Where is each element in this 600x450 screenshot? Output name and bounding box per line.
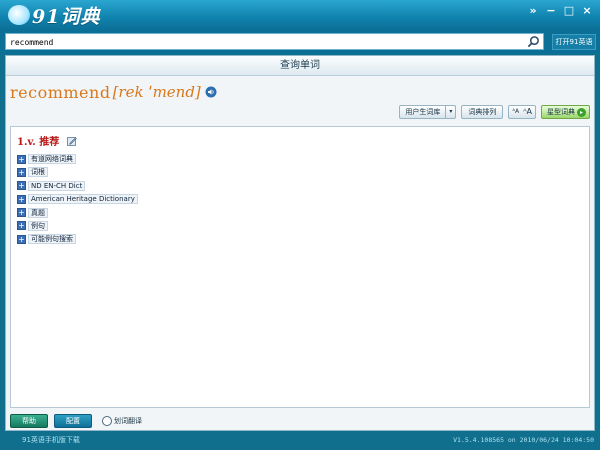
section-label[interactable]: 可能例句搜索 xyxy=(28,234,76,245)
meaning-row: 1.v. 推荐 xyxy=(17,133,78,148)
expand-icon[interactable]: + xyxy=(17,154,26,164)
font-size-buttons: ᴬA ᴬA xyxy=(508,105,536,119)
config-button[interactable]: 配置 xyxy=(54,414,92,428)
star-dictionary-button[interactable]: 星型词典 ▸ xyxy=(541,105,590,119)
main-panel: 查询单词 recommend [rek ˈmend] 用户生词库 ▾ 词典排列 … xyxy=(5,55,595,431)
footer-controls: 帮助 配置 划词翻译 xyxy=(10,414,142,428)
meaning-text: 1.v. 推荐 xyxy=(17,137,60,148)
user-vocabulary-label: 用户生词库 xyxy=(405,108,441,116)
dictionary-toolbar: 用户生词库 ▾ 词典排列 ᴬA ᴬA 星型词典 ▸ xyxy=(399,105,590,119)
app-logo: 91词典 xyxy=(8,3,101,28)
version-text: V1.5.4.108565 on 2010/06/24 10:04:50 xyxy=(453,436,594,444)
section-label[interactable]: 词根 xyxy=(28,167,48,178)
section-label[interactable]: American Heritage Dictionary xyxy=(28,194,138,205)
maximize-icon[interactable]: □ xyxy=(562,4,576,18)
section-label[interactable]: 有道网络词典 xyxy=(28,154,76,164)
section-label[interactable]: 真题 xyxy=(28,207,48,218)
search-box xyxy=(5,33,544,50)
checkbox-icon[interactable] xyxy=(102,416,112,426)
skin-menu-icon[interactable]: » xyxy=(526,4,540,18)
expand-icon[interactable]: + xyxy=(17,181,26,191)
word-translate-label: 划词翻译 xyxy=(114,417,142,425)
window-controls: » − □ × xyxy=(526,4,594,18)
panel-header: 查询单词 xyxy=(6,56,594,76)
section-roots[interactable]: + 词根 xyxy=(17,167,138,178)
headword: recommend xyxy=(10,82,111,102)
section-label[interactable]: ND EN-CH Dict xyxy=(28,180,86,191)
dict-order-button[interactable]: 词典排列 xyxy=(461,105,504,119)
section-example-search[interactable]: + 可能例句搜索 xyxy=(17,234,138,245)
definition-area: 1.v. 推荐 + 有道网络词典 + 词根 + ND EN-CH Dict + … xyxy=(10,126,590,408)
title-bar: 91词典 » − □ × xyxy=(0,0,600,30)
star-dictionary-label: 星型词典 xyxy=(547,108,575,116)
mobile-download-link[interactable]: 91英语手机版下载 xyxy=(22,435,80,445)
close-icon[interactable]: × xyxy=(580,4,594,18)
user-vocabulary-dropdown[interactable]: 用户生词库 ▾ xyxy=(399,105,457,119)
font-decrease-button[interactable]: ᴬA xyxy=(512,106,519,118)
dictionary-sections: + 有道网络词典 + 词根 + ND EN-CH Dict + American… xyxy=(17,154,138,248)
logo-bubble-icon xyxy=(8,5,30,25)
headword-row: recommend [rek ˈmend] xyxy=(10,81,217,103)
go-arrow-icon: ▸ xyxy=(577,107,586,117)
section-nd-en-ch[interactable]: + ND EN-CH Dict xyxy=(17,180,138,191)
expand-icon[interactable]: + xyxy=(17,234,26,244)
open-91english-button[interactable]: 打开91英语 xyxy=(552,34,596,50)
font-increase-button[interactable]: ᴬA xyxy=(523,106,532,118)
expand-icon[interactable]: + xyxy=(17,208,26,218)
section-label[interactable]: 例句 xyxy=(28,220,48,231)
section-exam-questions[interactable]: + 真题 xyxy=(17,207,138,218)
expand-icon[interactable]: + xyxy=(17,194,26,204)
help-button[interactable]: 帮助 xyxy=(10,414,48,428)
phonetic: [rek ˈmend] xyxy=(112,83,201,101)
search-input[interactable] xyxy=(10,35,520,49)
expand-icon[interactable]: + xyxy=(17,221,26,231)
status-bar: 91英语手机版下载 V1.5.4.108565 on 2010/06/24 10… xyxy=(0,432,600,450)
section-examples[interactable]: + 例句 xyxy=(17,220,138,231)
edit-icon[interactable] xyxy=(67,136,78,146)
expand-icon[interactable]: + xyxy=(17,167,26,177)
minimize-icon[interactable]: − xyxy=(544,4,558,18)
search-bar: 打开91英语 xyxy=(0,30,600,54)
chevron-down-icon[interactable]: ▾ xyxy=(445,106,455,118)
speaker-icon[interactable] xyxy=(205,86,217,98)
logo-text: 91词典 xyxy=(32,5,101,28)
search-icon[interactable] xyxy=(527,35,540,48)
word-translate-toggle[interactable]: 划词翻译 xyxy=(102,416,142,426)
section-american-heritage[interactable]: + American Heritage Dictionary xyxy=(17,194,138,205)
section-youdao[interactable]: + 有道网络词典 xyxy=(17,154,138,164)
